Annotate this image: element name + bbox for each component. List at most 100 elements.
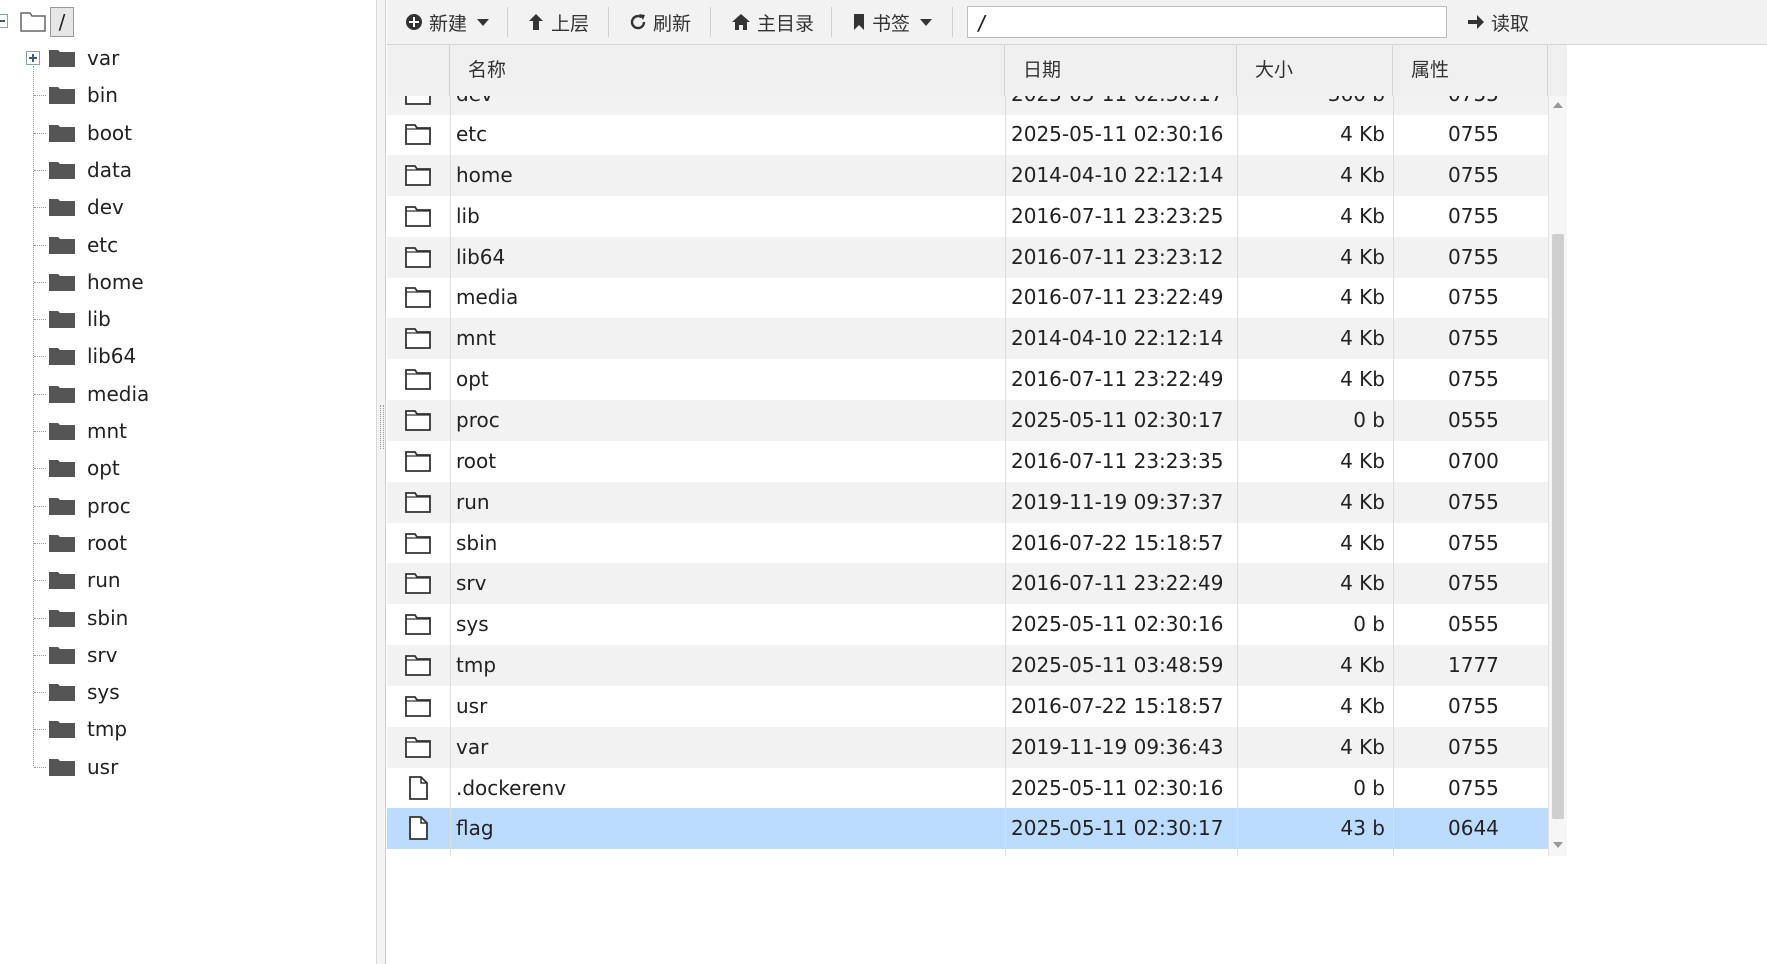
- folder-icon: [405, 695, 431, 717]
- folder-row[interactable]: opt 2016-07-11 23:22:49 4 Kb 0755: [387, 359, 1548, 400]
- tree-item-label: proc: [87, 493, 131, 518]
- folder-row[interactable]: var 2019-11-19 09:36:43 4 Kb 0755: [387, 726, 1548, 768]
- row-date: 2025-05-11 02:30:16: [1011, 122, 1224, 146]
- toolbar-divider: [710, 7, 711, 37]
- refresh-button[interactable]: 刷新: [629, 0, 691, 44]
- tree-item-label: root: [87, 530, 128, 555]
- tree-item-label: lib: [87, 307, 111, 332]
- column-header-name[interactable]: 名称: [450, 45, 1005, 96]
- row-date: 2016-07-11 23:23:35: [1011, 448, 1224, 473]
- tree-item-label: tmp: [87, 717, 128, 742]
- scrollbar-thumb[interactable]: [1552, 234, 1564, 819]
- folder-row[interactable]: lib 2016-07-11 23:23:25 4 Kb 0755: [387, 196, 1548, 237]
- row-size: 4 Kb: [1340, 162, 1385, 187]
- folder-icon: [49, 423, 75, 440]
- file-row[interactable]: flag 2025-05-11 02:30:17 43 b 0644: [387, 808, 1548, 850]
- folder-icon: [49, 236, 75, 254]
- tree-item-label: lib64: [87, 344, 137, 369]
- row-name: tmp: [456, 653, 497, 678]
- folder-icon: [405, 573, 431, 595]
- row-size: 43 b: [1340, 816, 1385, 841]
- row-size: 0 b: [1353, 407, 1385, 432]
- read-button-label: 读取: [1491, 12, 1530, 35]
- folder-row[interactable]: root 2016-07-11 23:23:35 4 Kb 0700: [387, 441, 1548, 482]
- row-name: etc: [456, 122, 488, 146]
- row-name: srv: [456, 571, 487, 596]
- toolbar-divider: [831, 7, 832, 37]
- scroll-up-icon[interactable]: [1553, 102, 1563, 108]
- folder-row[interactable]: usr 2016-07-22 15:18:57 4 Kb 0755: [387, 686, 1548, 727]
- row-attr: 0755: [1448, 326, 1499, 351]
- path-input[interactable]: /: [967, 6, 1447, 38]
- folder-icon: [405, 246, 431, 268]
- tree-item-label: mnt: [87, 419, 127, 443]
- tree-item-label: data: [87, 157, 133, 182]
- folder-row[interactable]: proc 2025-05-11 02:30:17 0 b 0555: [387, 399, 1548, 441]
- pane-splitter[interactable]: [376, 0, 386, 964]
- grid-header: 名称 日期 大小 属性: [387, 45, 1548, 97]
- scroll-down-icon[interactable]: [1553, 842, 1563, 848]
- tree-connector: [34, 95, 46, 97]
- tree-item-label: bin: [87, 83, 118, 108]
- arrow-right-icon: [1468, 15, 1484, 29]
- folder-row[interactable]: media 2016-07-11 23:22:49 4 Kb 0755: [387, 277, 1548, 318]
- folder-row[interactable]: home 2014-04-10 22:12:14 4 Kb 0755: [387, 154, 1548, 196]
- bookmark-icon: [854, 14, 864, 30]
- new-button-label: 新建: [429, 12, 468, 35]
- row-name: var: [456, 734, 489, 759]
- tree-connector: [34, 207, 46, 209]
- folder-row[interactable]: run 2019-11-19 09:37:37 4 Kb 0755: [387, 481, 1548, 523]
- toolbar-divider: [507, 7, 508, 37]
- tree-connector: [34, 468, 46, 470]
- folder-icon: [405, 410, 431, 431]
- row-name: opt: [456, 367, 489, 392]
- folder-icon: [49, 609, 75, 627]
- column-header-date[interactable]: 日期: [1005, 45, 1237, 96]
- row-date: 2016-07-11 23:23:25: [1011, 203, 1224, 228]
- column-header-attr[interactable]: 属性: [1393, 45, 1548, 96]
- tree-item-label: opt: [87, 456, 120, 481]
- column-header-size[interactable]: 大小: [1237, 45, 1393, 96]
- tree-item-label: srv: [87, 642, 118, 667]
- collapse-toggle-icon[interactable]: [0, 14, 8, 28]
- row-attr: 0755: [1448, 734, 1499, 759]
- folder-row[interactable]: sbin 2016-07-22 15:18:57 4 Kb 0755: [387, 523, 1548, 564]
- tree-root-label[interactable]: /: [50, 7, 74, 37]
- tree-connector: [34, 766, 46, 768]
- tree-connector: [34, 281, 46, 283]
- folder-row[interactable]: mnt 2014-04-10 22:12:14 4 Kb 0755: [387, 318, 1548, 360]
- folder-row[interactable]: srv 2016-07-11 23:22:49 4 Kb 0755: [387, 563, 1548, 605]
- tree-connector: [34, 617, 46, 619]
- folder-icon: [49, 50, 75, 67]
- folder-icon: [405, 736, 431, 758]
- up-button[interactable]: 上层: [527, 0, 589, 44]
- file-row[interactable]: .dockerenv 2025-05-11 02:30:16 0 b 0755: [387, 768, 1548, 809]
- folder-row[interactable]: lib64 2016-07-11 23:23:12 4 Kb 0755: [387, 236, 1548, 278]
- folder-row[interactable]: etc 2025-05-11 02:30:16 4 Kb 0755: [387, 114, 1548, 155]
- home-icon: [732, 14, 750, 30]
- tree-connector: [34, 692, 46, 694]
- folder-icon: [49, 385, 75, 403]
- home-button[interactable]: 主目录: [731, 0, 814, 44]
- vertical-scrollbar[interactable]: [1548, 96, 1567, 856]
- tree-connector: [34, 169, 46, 171]
- folder-icon: [405, 614, 431, 636]
- row-name: run: [456, 489, 490, 514]
- folder-icon: [49, 684, 75, 702]
- folder-row[interactable]: dev 2025-05-11 02:30:17 360 b 0755: [387, 96, 1548, 115]
- folder-row[interactable]: tmp 2025-05-11 03:48:59 4 Kb 1777: [387, 645, 1548, 687]
- folder-icon: [405, 369, 431, 390]
- tree-connector: [34, 132, 46, 134]
- read-button[interactable]: 读取: [1467, 0, 1529, 44]
- tree-connector: [34, 580, 46, 582]
- row-name: lib: [456, 203, 480, 228]
- expand-toggle-icon[interactable]: [26, 51, 40, 65]
- row-attr: 0755: [1448, 367, 1499, 392]
- folder-row[interactable]: sys 2025-05-11 02:30:16 0 b 0555: [387, 604, 1548, 645]
- row-date: 2025-05-11 02:30:16: [1011, 612, 1224, 637]
- folder-icon: [49, 460, 75, 478]
- folder-icon: [405, 491, 431, 513]
- row-attr: 0755: [1448, 203, 1499, 228]
- new-button[interactable]: 新建: [405, 0, 490, 44]
- bookmark-button[interactable]: 书签: [852, 0, 933, 44]
